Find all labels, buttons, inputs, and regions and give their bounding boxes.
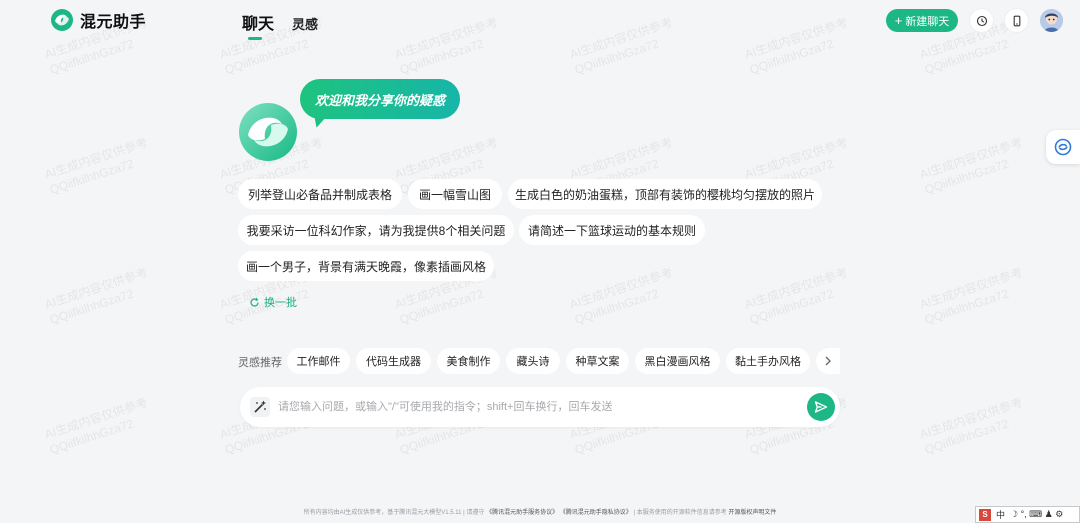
new-chat-button[interactable]: + 新建聊天	[886, 9, 958, 32]
inspiration-tag[interactable]: 黑白漫画风格	[635, 348, 720, 374]
watermark: AI生成内容仅供参考QQiifkilhhGza72	[42, 265, 150, 327]
new-chat-label: 新建聊天	[905, 15, 950, 28]
watermark: AI生成内容仅供参考QQiifkilhhGza72	[917, 395, 1025, 457]
watermark: AI生成内容仅供参考QQiifkilhhGza72	[567, 265, 675, 327]
mobile-icon	[1013, 15, 1020, 26]
watermark: AI生成内容仅供参考QQiifkilhhGza72	[917, 135, 1025, 197]
hunyuan-logo-icon	[51, 9, 73, 31]
nav-tabs: 聊天 灵感	[242, 10, 318, 40]
tags-scroll-right-button[interactable]	[816, 348, 840, 374]
magic-wand-icon[interactable]	[250, 397, 270, 417]
footer: 所有内容均由AI生成仅供参考，基于腾讯混元大模型V1.5.11 | 请遵守 《腾…	[0, 507, 1080, 516]
ime-logo-icon: S	[979, 508, 991, 521]
suggestion-chip[interactable]: 画一幅雪山图	[408, 179, 502, 209]
watermark: AI生成内容仅供参考QQiifkilhhGza72	[42, 395, 150, 457]
history-button[interactable]	[970, 9, 993, 32]
mobile-button[interactable]	[1005, 9, 1028, 32]
logo-text: 混元助手	[80, 14, 147, 31]
privacy-agreement-link[interactable]: 《腾讯混元助手隐私协议》	[560, 510, 632, 516]
footer-separator: |	[633, 510, 636, 516]
service-agreement-link[interactable]: 《腾讯混元助手服务协议》	[486, 510, 558, 516]
logo[interactable]: 混元助手	[50, 8, 146, 32]
suggestion-text: 列举登山必备品并制成表格	[247, 187, 392, 202]
tag-text: 黏土手办风格	[735, 356, 801, 368]
tag-text: 藏头诗	[516, 356, 550, 368]
footer-notice: 请遵守	[466, 510, 485, 516]
suggestion-text: 生成白色的奶油蛋糕，顶部有装饰的樱桃均匀摆放的照片	[514, 187, 815, 202]
welcome-bubble: 欢迎和我分享你的疑惑	[300, 79, 460, 119]
assistant-float-icon	[1054, 138, 1072, 156]
watermark: AI生成内容仅供参考QQiifkilhhGza72	[917, 265, 1025, 327]
chat-input[interactable]	[278, 395, 798, 419]
header: 混元助手 聊天 灵感 + 新建聊天	[0, 0, 1080, 42]
plus-icon: +	[894, 13, 903, 28]
chevron-right-icon	[825, 356, 831, 366]
inspiration-tag[interactable]: 代码生成器	[356, 348, 431, 374]
tag-text: 种草文案	[575, 356, 620, 368]
watermark-layer: AI生成内容仅供参考 QQiifkilhhGza72 AI生成内容仅供参考 QQiif…	[0, 0, 1080, 523]
inspiration-tag[interactable]: 黏土手办风格	[726, 348, 810, 374]
tab-inspiration[interactable]: 灵感	[292, 14, 318, 34]
ime-toolbar[interactable]: S 中 ☽ °, ⌨ ♟ ⚙	[975, 506, 1080, 523]
avatar-image-icon	[1040, 9, 1063, 32]
watermark: AI生成内容仅供参考QQiifkilhhGza72	[42, 135, 150, 197]
suggestion-chip[interactable]: 我要采访一位科幻作家，请为我提供8个相关问题	[238, 215, 514, 245]
side-assistant-button[interactable]	[1046, 130, 1080, 164]
tag-text: 黑白漫画风格	[644, 356, 711, 368]
suggestion-text: 请简述一下篮球运动的基本规则	[527, 223, 696, 238]
active-tab-indicator	[248, 37, 262, 40]
ime-symbols[interactable]: ☽ °, ⌨ ♟ ⚙	[1010, 509, 1063, 520]
footer-separator: |	[463, 510, 465, 516]
tag-text: 代码生成器	[366, 356, 421, 368]
ime-language[interactable]: 中	[996, 508, 1005, 521]
suggestion-text: 我要采访一位科幻作家，请为我提供8个相关问题	[246, 223, 506, 238]
send-icon	[814, 401, 828, 413]
user-avatar[interactable]	[1040, 9, 1063, 32]
watermark: AI生成内容仅供参考QQiifkilhhGza72	[742, 265, 850, 327]
suggestion-text: 画一幅雪山图	[418, 187, 491, 202]
footer-disclaimer: 所有内容均由AI生成仅供参考，基于腾讯混元大模型V1.5.11	[303, 510, 462, 516]
footer-opensource-text: 本服务使用的开源软件信息请参考	[636, 510, 727, 516]
tab-inspiration-label: 灵感	[292, 17, 319, 32]
assistant-avatar-icon	[239, 103, 297, 161]
tab-chat-label: 聊天	[242, 16, 275, 33]
opensource-license-link[interactable]: 开源版权声明文件	[728, 510, 776, 516]
tag-text: 美食制作	[446, 356, 491, 368]
inspiration-tag[interactable]: 藏头诗	[506, 348, 560, 374]
inspiration-label: 灵感推荐	[238, 357, 282, 369]
suggestion-text: 画一个男子，背景有满天晚霞，像素插画风格	[245, 259, 486, 274]
refresh-label: 换一批	[264, 297, 297, 309]
suggestion-chip[interactable]: 画一个男子，背景有满天晚霞，像素插画风格	[238, 251, 494, 281]
tab-chat[interactable]: 聊天	[242, 10, 275, 40]
suggestion-chip[interactable]: 生成白色的奶油蛋糕，顶部有装饰的樱桃均匀摆放的照片	[508, 179, 822, 209]
suggestion-chip[interactable]: 请简述一下篮球运动的基本规则	[519, 215, 705, 245]
send-button[interactable]	[807, 393, 835, 421]
tag-text: 工作邮件	[296, 356, 341, 368]
inspiration-tag[interactable]: 美食制作	[437, 348, 500, 374]
chat-input-box	[240, 387, 840, 427]
inspiration-tag[interactable]: 种草文案	[566, 348, 629, 374]
history-icon	[976, 15, 987, 26]
inspiration-tag[interactable]: 工作邮件	[287, 348, 350, 374]
refresh-icon	[250, 297, 259, 307]
refresh-suggestions-button[interactable]: 换一批	[249, 294, 297, 310]
welcome-text: 欢迎和我分享你的疑惑	[314, 92, 445, 108]
suggestion-chip[interactable]: 列举登山必备品并制成表格	[238, 179, 402, 209]
